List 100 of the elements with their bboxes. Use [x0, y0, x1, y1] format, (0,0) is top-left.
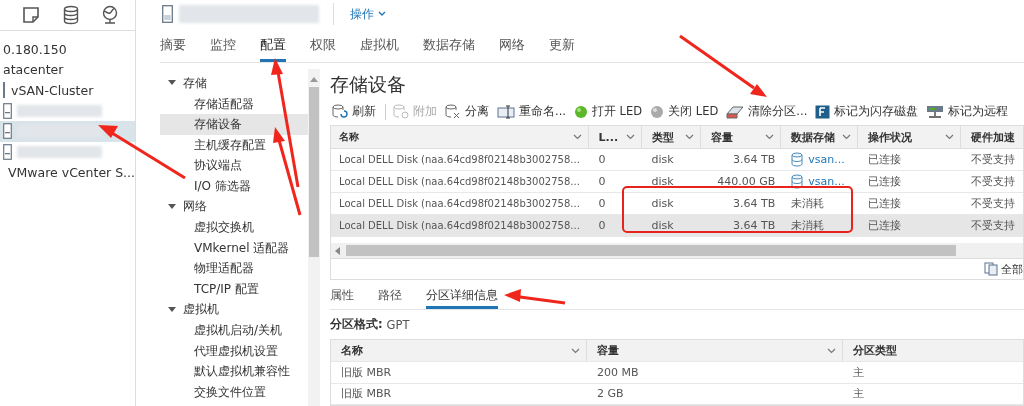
chevron-icon[interactable]: [765, 134, 775, 141]
tab[interactable]: 网络: [499, 28, 525, 62]
datastore-link[interactable]: vsan...: [808, 153, 845, 167]
table-row[interactable]: Local DELL Disk (naa.64cd98f02148b3002758... 0 disk 3.64 TB 未消耗 已连接 不受支持: [331, 215, 1023, 238]
tab[interactable]: 虚拟机: [360, 28, 399, 62]
scrollbar[interactable]: [308, 69, 320, 406]
copy-icon: [984, 262, 998, 277]
cluster-icon: [3, 82, 6, 99]
refresh-icon: [332, 104, 348, 120]
chevron-icon[interactable]: [572, 134, 582, 141]
toolbar-button[interactable]: 打开 LED: [571, 104, 647, 120]
field-value: GPT: [386, 317, 410, 332]
expand-caret-icon[interactable]: [168, 203, 176, 210]
actions-menu[interactable]: 操作: [350, 5, 386, 23]
column-header[interactable]: 类型: [641, 126, 702, 149]
toolbar-button[interactable]: 标记为远程: [924, 104, 1013, 120]
expand-caret-icon[interactable]: [168, 306, 176, 313]
column-header[interactable]: 硬件加速: [961, 126, 1023, 149]
column-header[interactable]: 操作状况: [858, 126, 962, 149]
table-cell: 不受支持: [971, 174, 1016, 190]
tree-item[interactable]: atacenter: [3, 62, 64, 78]
table-cell: 未消耗: [791, 218, 825, 234]
eraser-icon: [726, 104, 745, 119]
config-nav-item[interactable]: 存储适配器: [160, 93, 308, 115]
export-button[interactable]: 全部: [984, 261, 1023, 277]
table-cell: 200 MB: [597, 365, 639, 379]
expand-caret-icon[interactable]: [168, 80, 176, 87]
toolbar-button[interactable]: 清除分区...: [724, 104, 812, 120]
table-cell: Local DELL Disk (naa.64cd98f02148b3002758...: [339, 198, 580, 210]
column-header[interactable]: 容量: [587, 340, 843, 361]
table-cell: disk: [651, 219, 674, 233]
chevron-icon[interactable]: [827, 347, 836, 354]
table-cell: 已连接: [868, 196, 902, 212]
config-nav-item[interactable]: 虚拟机启动/关机: [160, 320, 308, 341]
tab[interactable]: 数据存储: [423, 28, 475, 62]
config-nav-item[interactable]: 默认虚拟机兼容性: [160, 361, 308, 382]
section-label[interactable]: 网络: [183, 198, 207, 216]
tree-item[interactable]: vSAN-Cluster: [11, 82, 94, 98]
section-label[interactable]: 存储: [183, 74, 207, 92]
tab[interactable]: 监控: [210, 28, 236, 62]
scroll-up-icon[interactable]: [310, 77, 318, 82]
tab[interactable]: 分区详细信息: [426, 287, 498, 310]
config-nav-item[interactable]: I/O 筛选器: [160, 175, 308, 197]
tab[interactable]: 摘要: [160, 28, 186, 62]
chevron-icon[interactable]: [571, 347, 580, 354]
scroll-left-icon[interactable]: [335, 246, 340, 255]
table-cell: 0: [598, 175, 606, 189]
tab[interactable]: 更新: [549, 28, 575, 62]
column-header[interactable]: L...: [588, 126, 642, 149]
tree-item[interactable]: 0.180.150: [3, 41, 67, 57]
rename-icon: [497, 104, 515, 119]
note-icon[interactable]: [22, 6, 40, 24]
config-nav-item[interactable]: VMkernel 适配器: [160, 237, 308, 259]
datastore-link[interactable]: vsan...: [808, 175, 845, 189]
table-cell: 已连接: [868, 174, 902, 190]
config-nav-item[interactable]: 虚拟交换机: [160, 217, 308, 238]
chevron-icon[interactable]: [685, 134, 695, 141]
toolbar-button[interactable]: 关闭 LED: [648, 104, 723, 120]
page-title: 存储设备: [330, 72, 406, 97]
toolbar-button[interactable]: 分离: [443, 104, 493, 120]
host-icon: [162, 5, 173, 23]
config-nav-item[interactable]: 物理适配器: [160, 258, 308, 279]
table-cell: 0: [598, 197, 606, 211]
host-icon: [3, 102, 12, 119]
config-nav-item[interactable]: 协议端点: [160, 155, 308, 176]
column-header[interactable]: 分区类型: [843, 340, 1023, 361]
toolbar-button[interactable]: 标记为闪存磁盘: [813, 104, 923, 120]
field-label: 分区格式:: [330, 317, 383, 333]
config-nav-item[interactable]: 代理虚拟机设置: [160, 340, 308, 362]
column-header[interactable]: 数据存储: [781, 126, 859, 149]
disk-icon: [393, 104, 409, 120]
tree-item[interactable]: VMware vCenter S...: [8, 164, 136, 180]
globe-icon[interactable]: [101, 5, 119, 25]
scrollbar[interactable]: [331, 243, 1023, 259]
column-header[interactable]: 名称: [331, 340, 587, 361]
table-cell: disk: [651, 197, 674, 211]
table-cell: Local DELL Disk (naa.64cd98f02148b3002758...: [339, 220, 580, 232]
config-nav-item[interactable]: 存储设备: [160, 114, 308, 135]
chevron-icon[interactable]: [945, 134, 955, 141]
tab[interactable]: 属性: [330, 287, 354, 310]
database-icon[interactable]: [62, 5, 79, 25]
table-row[interactable]: Local DELL Disk (naa.64cd98f02148b3002758... 0 disk 440.00 GB vsan... 已连接 不受支持: [331, 171, 1023, 194]
chevron-icon[interactable]: [842, 134, 852, 141]
caret-icon: [378, 11, 386, 17]
chevron-icon[interactable]: [625, 134, 635, 141]
annotation-arrow: [504, 289, 566, 305]
tab[interactable]: 权限: [310, 28, 336, 62]
table-cell: 不受支持: [971, 152, 1016, 168]
toolbar-button[interactable]: 刷新: [330, 104, 380, 120]
table-cell: 2 GB: [597, 387, 624, 401]
config-nav-item[interactable]: 主机缓存配置: [160, 134, 308, 156]
config-nav-item[interactable]: 交换文件位置: [160, 381, 308, 403]
tab[interactable]: 路径: [378, 287, 402, 310]
config-nav-item[interactable]: TCP/IP 配置: [160, 278, 308, 300]
table-row[interactable]: Local DELL Disk (naa.64cd98f02148b3002758... 0 disk 3.64 TB vsan... 已连接 不受支持: [331, 149, 1023, 172]
table-cell: 已连接: [868, 218, 902, 234]
column-header[interactable]: 名称: [331, 126, 589, 149]
column-header[interactable]: 容量: [701, 126, 782, 149]
toolbar-button[interactable]: 重命名...: [495, 104, 570, 120]
section-label[interactable]: 虚拟机: [183, 301, 219, 319]
